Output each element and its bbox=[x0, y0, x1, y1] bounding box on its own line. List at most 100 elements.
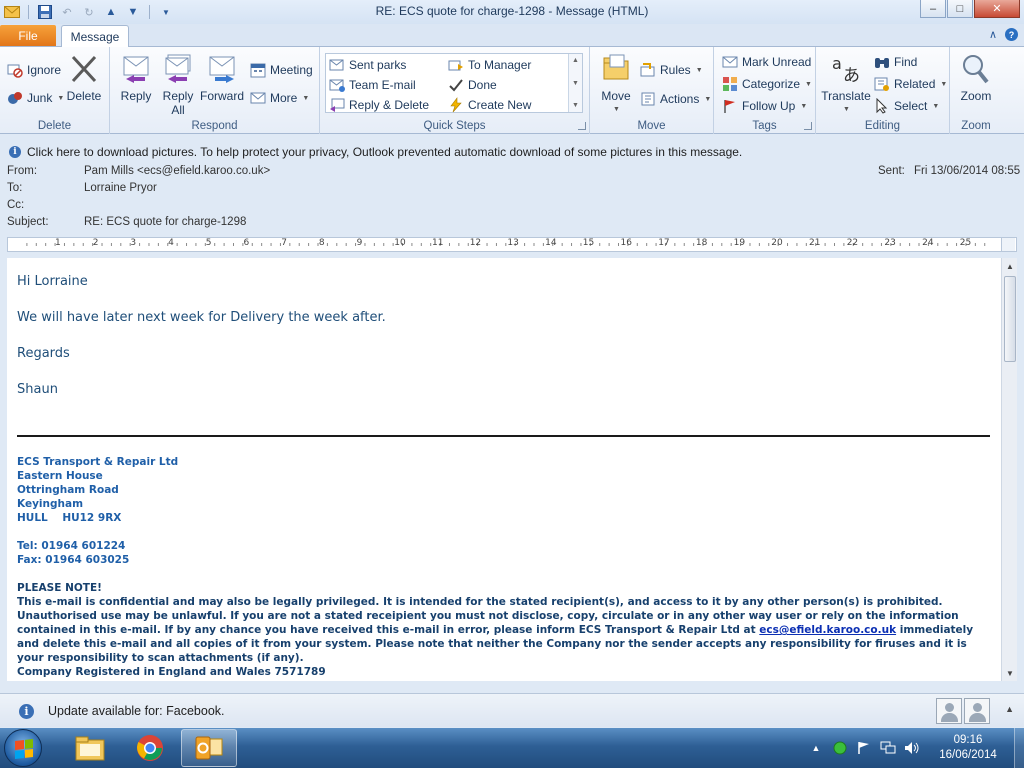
ribbon-tabs: File Message ∧ ? bbox=[0, 24, 1024, 47]
outlook-envelope-icon[interactable] bbox=[4, 4, 20, 20]
chevron-down-icon: ▼ bbox=[302, 94, 310, 102]
vertical-scrollbar[interactable]: ▲ ▼ bbox=[1001, 258, 1017, 681]
related-button[interactable]: Related ▼ bbox=[874, 75, 947, 93]
junk-button[interactable]: Junk ▼ bbox=[7, 89, 64, 107]
customize-qat-icon[interactable]: ▼ bbox=[158, 4, 174, 20]
tags-launcher[interactable] bbox=[804, 122, 812, 130]
from-value[interactable]: Pam Mills <ecs@efield.karoo.co.uk> bbox=[84, 165, 270, 177]
more-respond-button[interactable]: More ▼ bbox=[250, 89, 309, 107]
move-group-label: Move bbox=[637, 120, 666, 132]
reply-button[interactable]: Reply bbox=[118, 53, 154, 103]
scroll-down-icon[interactable]: ▼ bbox=[572, 80, 579, 87]
action-center-flag-icon[interactable] bbox=[856, 740, 872, 756]
more-icon bbox=[250, 92, 266, 104]
forward-button[interactable]: Forward bbox=[200, 53, 244, 103]
mark-unread-icon bbox=[722, 56, 738, 68]
undo-icon[interactable]: ↶ bbox=[59, 4, 75, 20]
quick-step-label: Create New bbox=[468, 98, 532, 112]
find-button[interactable]: Find bbox=[874, 53, 917, 71]
ruler-number: 2 bbox=[92, 238, 99, 248]
scroll-up-arrow-icon[interactable]: ▲ bbox=[1002, 258, 1018, 274]
ruler-number: 1 bbox=[55, 238, 61, 248]
rules-button[interactable]: Rules ▼ bbox=[640, 61, 703, 79]
actions-button[interactable]: Actions ▼ bbox=[640, 90, 711, 108]
clock-time: 09:16 bbox=[953, 734, 983, 746]
network-icon[interactable] bbox=[880, 740, 896, 756]
tab-file[interactable]: File bbox=[0, 25, 56, 46]
network-status-icon[interactable] bbox=[832, 740, 848, 756]
sent-label: Sent: bbox=[878, 165, 905, 177]
select-button[interactable]: Select ▼ bbox=[874, 97, 939, 115]
next-item-icon[interactable]: ▼ bbox=[125, 4, 141, 20]
start-button[interactable] bbox=[4, 729, 42, 767]
expand-people-pane-icon[interactable]: ▲ bbox=[1005, 704, 1014, 714]
to-value[interactable]: Lorraine Pryor bbox=[84, 182, 157, 194]
body-line: We will have later next week for Deliver… bbox=[17, 310, 386, 325]
categorize-button[interactable]: Categorize ▼ bbox=[722, 75, 812, 93]
download-pictures-infobar[interactable]: i Click here to download pictures. To he… bbox=[0, 143, 1024, 161]
previous-item-icon[interactable]: ▲ bbox=[103, 4, 119, 20]
ruler-toggle-button[interactable] bbox=[1001, 238, 1015, 251]
update-available-text[interactable]: Update available for: Facebook. bbox=[48, 704, 225, 718]
follow-up-button[interactable]: Follow Up ▼ bbox=[722, 97, 807, 115]
show-hidden-icons-icon[interactable]: ▲ bbox=[808, 740, 824, 756]
quick-step-sent-parks[interactable]: Sent parks bbox=[329, 56, 406, 74]
person-avatar[interactable] bbox=[936, 698, 962, 724]
quick-step-create-new[interactable]: Create New bbox=[448, 96, 531, 114]
taskbar-explorer[interactable] bbox=[62, 729, 118, 767]
quick-step-reply-delete[interactable]: Reply & Delete bbox=[329, 96, 429, 114]
save-icon[interactable] bbox=[37, 4, 53, 20]
mark-unread-label: Mark Unread bbox=[742, 55, 812, 69]
quick-step-to-manager[interactable]: To Manager bbox=[448, 56, 531, 74]
scroll-down-arrow-icon[interactable]: ▼ bbox=[1002, 665, 1018, 681]
rules-icon bbox=[640, 63, 655, 77]
translate-label: Translate bbox=[821, 89, 871, 103]
subject-value: RE: ECS quote for charge-1298 bbox=[84, 216, 247, 228]
quick-step-done[interactable]: Done bbox=[448, 76, 497, 94]
message-body[interactable]: Hi Lorraine We will have later next week… bbox=[7, 258, 1001, 681]
delete-button[interactable]: Delete bbox=[64, 53, 104, 103]
translate-button[interactable]: aあ Translate ▼ bbox=[820, 53, 872, 117]
signature-fax: Fax: 01964 603025 bbox=[17, 554, 130, 566]
tags-group: Mark Unread Categorize ▼ Follow Up ▼ Tags bbox=[714, 47, 816, 134]
help-icon[interactable]: ? bbox=[1005, 28, 1018, 41]
quick-step-team-email[interactable]: Team E-mail bbox=[329, 76, 416, 94]
move-button[interactable]: Move ▼ bbox=[598, 53, 634, 117]
person-avatar[interactable] bbox=[964, 698, 990, 724]
quick-steps-gallery: Sent parks To Manager Team E-mail Done R… bbox=[325, 53, 583, 113]
meeting-button[interactable]: Meeting bbox=[250, 61, 313, 79]
show-desktop-button[interactable] bbox=[1014, 728, 1024, 768]
expand-gallery-icon[interactable]: ▼ bbox=[572, 102, 579, 109]
disclaimer-email-link[interactable]: ecs@efield.karoo.co.uk bbox=[759, 624, 896, 636]
chevron-down-icon: ▼ bbox=[932, 102, 940, 110]
flag-icon bbox=[724, 100, 735, 113]
rules-label: Rules bbox=[660, 63, 691, 77]
ignore-button[interactable]: Ignore bbox=[7, 61, 61, 79]
close-button[interactable]: ✕ bbox=[974, 0, 1020, 18]
ruler-number: 11 bbox=[432, 238, 444, 248]
ruler-number: 19 bbox=[733, 238, 746, 248]
ruler[interactable]: 1 2 3 4 5 6 7 8 9 10 11 12 13 14 15 16 17 18 19 20 21 22 23 24 2… bbox=[7, 237, 1017, 252]
redo-icon[interactable]: ↻ bbox=[81, 4, 97, 20]
zoom-group-label: Zoom bbox=[961, 120, 991, 132]
scrollbar-thumb[interactable] bbox=[1004, 276, 1016, 362]
minimize-ribbon-icon[interactable]: ∧ bbox=[989, 28, 997, 41]
volume-icon[interactable] bbox=[904, 740, 920, 756]
minimize-button[interactable]: – bbox=[920, 0, 946, 18]
reply-all-button[interactable]: Reply All bbox=[159, 53, 197, 117]
magnifier-icon bbox=[963, 55, 989, 84]
clock[interactable]: 09:16 16/06/2014 bbox=[928, 733, 1008, 763]
quick-steps-launcher[interactable] bbox=[578, 122, 586, 130]
windows-taskbar: ▲ 09:16 16/06/2014 bbox=[0, 728, 1024, 768]
zoom-button[interactable]: Zoom bbox=[958, 53, 994, 103]
taskbar-chrome[interactable] bbox=[122, 729, 178, 767]
tab-message[interactable]: Message bbox=[61, 25, 129, 47]
ruler-number: 24 bbox=[922, 238, 934, 248]
taskbar-outlook[interactable] bbox=[181, 729, 237, 767]
disclaimer: This e-mail is confidential and may also… bbox=[17, 595, 982, 665]
maximize-button[interactable]: □ bbox=[947, 0, 973, 18]
chevron-down-icon: ▼ bbox=[805, 80, 812, 88]
scroll-up-icon[interactable]: ▲ bbox=[572, 57, 579, 64]
signature-address-line: HULL HU12 9RX bbox=[17, 512, 122, 524]
mark-unread-button[interactable]: Mark Unread bbox=[722, 53, 811, 71]
